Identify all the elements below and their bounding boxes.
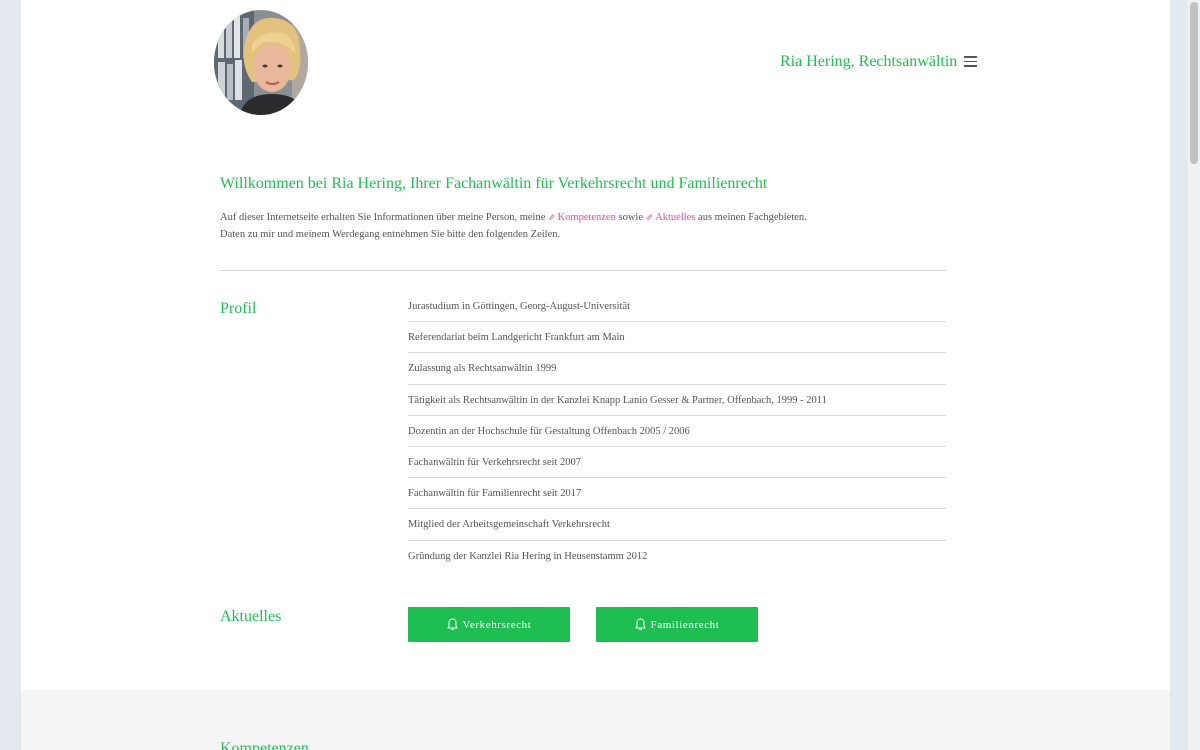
section-divider [220,270,946,271]
page: Ria Hering, Rechtsanwältin Willkommen be… [21,0,1170,750]
bell-icon [634,618,646,631]
page-scrollbar[interactable] [1188,0,1200,750]
avatar [214,10,308,115]
aktuelles-link-label: Aktuelles [655,212,696,223]
profil-list-item: Referendariat beim Landgericht Frankfurt… [408,322,946,354]
profil-heading: Profil [220,300,257,317]
kompetenzen-link-label: Kompetenzen [557,212,616,223]
kompetenzen-section [21,690,1170,750]
kompetenzen-link[interactable]: ⇗ Kompetenzen [548,212,616,223]
intro-text-part: Auf dieser Internetseite erhalten Sie In… [220,212,549,223]
bell-icon [446,618,458,631]
intro-line-1: Auf dieser Internetseite erhalten Sie In… [220,209,807,226]
profil-list-item: Fachanwältin für Verkehrsrecht seit 2007 [408,447,946,479]
aktuelles-heading: Aktuelles [220,608,282,625]
hamburger-menu-icon[interactable] [964,56,977,67]
profil-list-item: Dozentin an der Hochschule für Gestaltun… [408,416,946,447]
portrait-photo [214,10,308,115]
intro-line-2: Daten zu mir und meinem Werdegang entneh… [220,229,561,240]
site-title[interactable]: Ria Hering, Rechtsanwältin [780,53,957,71]
profil-list-item: Tätigkeit als Rechtsanwältin in der Kanz… [408,385,946,416]
profil-list-item: Jurastudium in Göttingen, Georg-August-U… [408,291,946,323]
scrollbar-thumb[interactable] [1190,2,1198,164]
intro-text: Auf dieser Internetseite erhalten Sie In… [220,209,807,243]
profil-list-item: Mitglied der Arbeitsgemeinschaft Verkehr… [408,509,946,541]
profil-list-item: Gründung der Kanzlei Ria Hering in Heuse… [408,550,648,562]
kompetenzen-heading: Kompetenzen [220,740,309,750]
arrow-link-icon: ⇗ [645,212,654,222]
verkehrsrecht-button-label: Verkehrsrecht [462,618,532,631]
profil-list-item: Fachanwältin für Familienrecht seit 2017 [408,478,946,510]
intro-text-part: aus meinen Fachgebieten. [695,212,807,223]
arrow-link-icon: ⇗ [548,212,556,222]
aktuelles-link[interactable]: ⇗ Aktuelles [646,212,696,223]
familienrecht-button[interactable]: Familienrecht [596,607,758,642]
profil-list: Jurastudium in Göttingen, Georg-August-U… [408,291,946,572]
intro-text-part: sowie [615,212,646,223]
verkehrsrecht-button[interactable]: Verkehrsrecht [408,607,570,642]
welcome-heading: Willkommen bei Ria Hering, Ihrer Fachanw… [220,175,768,192]
profil-list-item: Zulassung als Rechtsanwältin 1999 [408,353,946,385]
familienrecht-button-label: Familienrecht [650,618,720,631]
